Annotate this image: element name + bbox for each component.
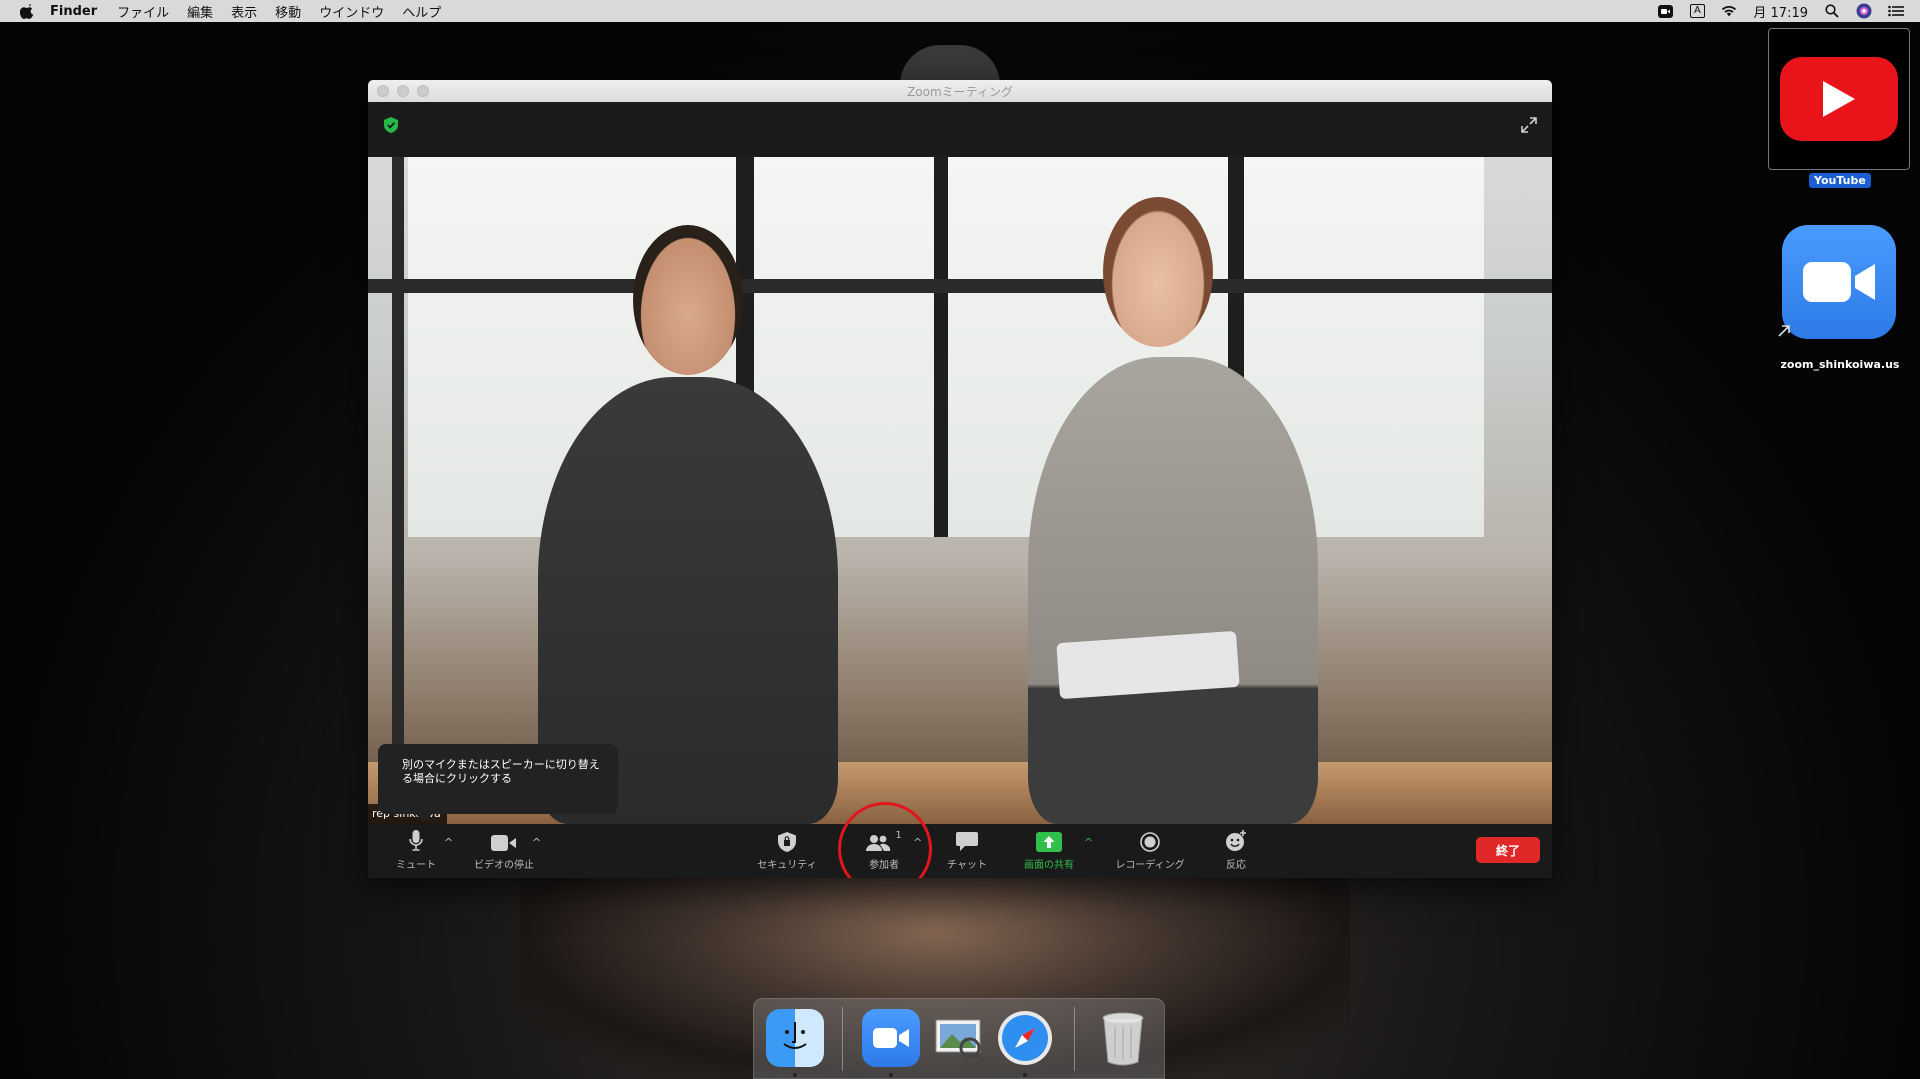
desktop-youtube-icon[interactable] [1768,28,1910,170]
app-menu-finder[interactable]: Finder [50,4,97,19]
mute-label: ミュート [396,860,436,871]
record-icon [1140,830,1160,852]
chat-label: チャット [947,860,987,871]
menu-edit[interactable]: 編集 [187,2,213,21]
share-options-chevron-icon[interactable]: ^ [1084,836,1093,849]
siri-icon[interactable] [1856,3,1872,19]
dock-separator [842,1007,843,1071]
mute-button[interactable]: ミュート [390,830,442,874]
apple-icon[interactable] [20,3,36,19]
fullscreen-icon[interactable] [1520,116,1538,134]
record-button[interactable]: レコーディング [1108,830,1192,874]
menubar-clock[interactable]: 月 17:19 [1753,2,1808,21]
desktop-youtube-label[interactable]: YouTube [1809,173,1871,188]
wifi-icon[interactable] [1721,4,1737,18]
youtube-icon [1780,57,1898,141]
video-camera-icon [491,830,517,852]
stop-video-label: ビデオの停止 [474,860,534,871]
background-figure-hood [900,45,1000,85]
dock [753,998,1165,1079]
spotlight-search-icon[interactable] [1824,4,1840,18]
trash-icon[interactable] [1094,1009,1152,1067]
video-options-chevron-icon[interactable]: ^ [532,836,541,849]
finder-running-indicator [793,1073,797,1077]
participant-video[interactable] [368,157,1552,824]
zoom-running-indicator [889,1073,893,1077]
menu-bar: Finder ファイル 編集 表示 移動 ウインドウ ヘルプ A 月 17:19 [0,0,1920,22]
end-meeting-button[interactable]: 終了 [1476,837,1540,863]
safari-running-indicator [1023,1073,1027,1077]
security-label: セキュリティ [757,860,817,871]
share-screen-button[interactable]: 画面の共有 [1018,830,1080,874]
reactions-emoji-icon [1225,830,1247,852]
menu-file[interactable]: ファイル [117,2,169,21]
window-titlebar[interactable]: Zoomミーティング [368,80,1552,102]
record-label: レコーディング [1115,860,1185,871]
security-button[interactable]: セキュリティ [752,830,822,874]
dock-separator [1074,1007,1075,1071]
alias-arrow-icon [1778,325,1790,337]
security-shield-icon [778,830,796,852]
zoom-meeting-window: Zoomミーティング 別のマイクまたはスピーカーに切り替える場合にクリックする … [368,80,1552,878]
person-man-head [633,225,743,375]
audio-switch-tooltip: 別のマイクまたはスピーカーに切り替える場合にクリックする [378,744,618,814]
video-background-frame [934,157,948,537]
menu-help[interactable]: ヘルプ [402,2,441,21]
chat-button[interactable]: チャット [938,830,996,874]
reactions-label: 反応 [1226,860,1246,871]
person-woman-head [1103,197,1213,347]
meeting-top-bar [368,102,1552,157]
desktop-zoom-icon[interactable] [1782,225,1896,339]
video-railing [368,279,1552,293]
meeting-toolbar: ミュート ^ ビデオの停止 ^ セキュリティ 1 参加者 ^ チャット 画面の共… [368,824,1552,878]
preview-icon[interactable] [930,1009,988,1067]
window-title: Zoomミーティング [907,84,1013,99]
share-screen-label: 画面の共有 [1024,860,1074,871]
microphone-icon [409,830,423,852]
chat-bubble-icon [956,830,978,852]
encryption-shield-icon[interactable] [384,117,398,133]
reactions-button[interactable]: 反応 [1214,830,1258,874]
safari-icon[interactable] [996,1009,1054,1067]
zoom-tray-icon[interactable] [1657,4,1673,18]
notification-center-icon[interactable] [1888,4,1904,18]
audio-options-chevron-icon[interactable]: ^ [444,836,453,849]
zoom-dock-icon[interactable] [862,1009,920,1067]
menu-go[interactable]: 移動 [275,2,301,21]
menu-window[interactable]: ウインドウ [319,2,384,21]
share-screen-icon [1036,830,1062,852]
zoom-icon [1803,262,1875,302]
person-woman [1028,357,1318,824]
input-source-indicator[interactable]: A [1689,4,1705,18]
finder-icon[interactable] [766,1009,824,1067]
desktop-zoom-label[interactable]: zoom_shinkoiwa.us [1760,358,1920,371]
stop-video-button[interactable]: ビデオの停止 [468,830,540,874]
menu-view[interactable]: 表示 [231,2,257,21]
